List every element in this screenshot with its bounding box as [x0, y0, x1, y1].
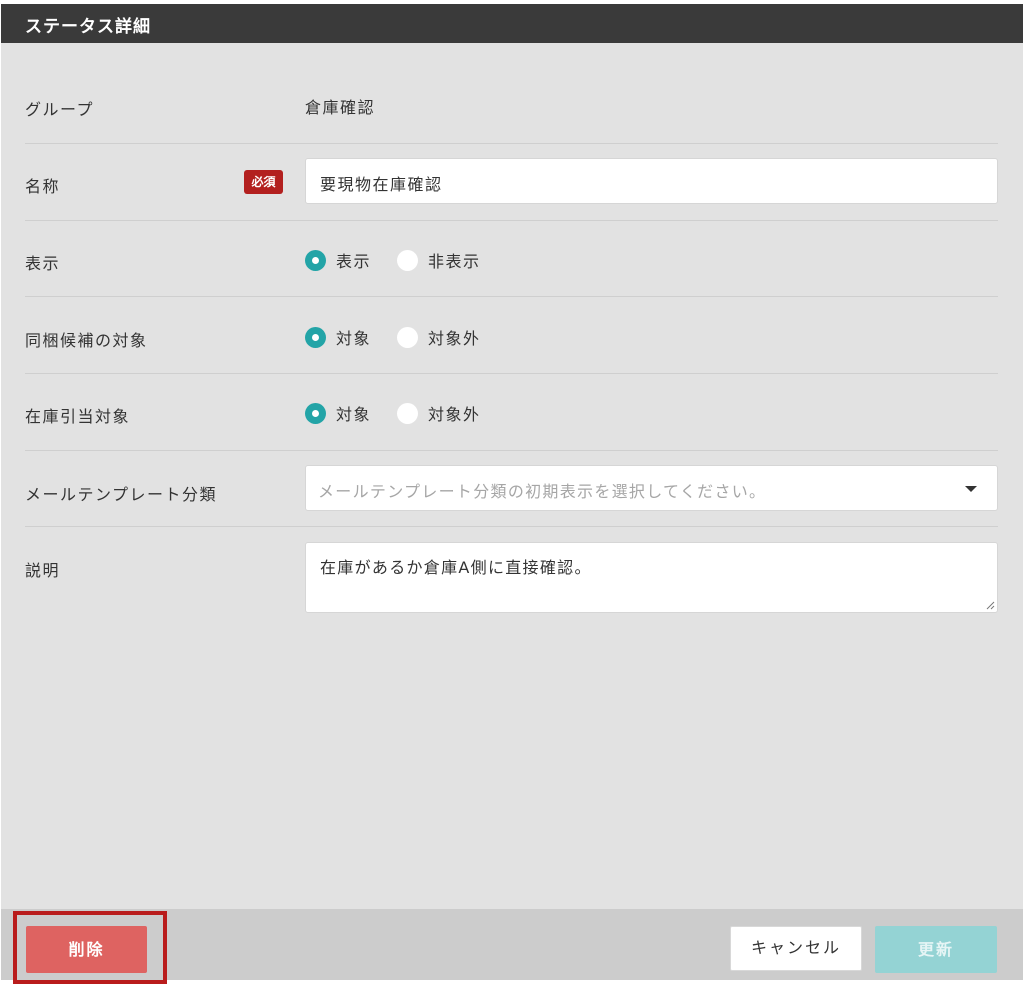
name-input[interactable]: 要現物在庫確認 — [305, 158, 998, 204]
display-row: 表示 表示 非表示 — [25, 221, 998, 297]
radio-checked-icon — [305, 326, 326, 348]
cancel-button[interactable]: キャンセル — [730, 926, 862, 971]
stock-allocation-radio-yes[interactable]: 対象 — [305, 401, 371, 425]
radio-unchecked-icon — [397, 249, 419, 271]
radio-unchecked-icon — [397, 326, 419, 348]
description-textarea[interactable]: 在庫があるか倉庫A側に直接確認。 — [305, 542, 998, 613]
stock-allocation-label: 在庫引当対象 — [25, 407, 131, 426]
mail-template-placeholder: メールテンプレート分類の初期表示を選択してください。 — [318, 482, 767, 501]
description-row: 説明 在庫があるか倉庫A側に直接確認。 — [25, 527, 998, 627]
radio-checked-icon — [305, 249, 326, 271]
required-badge: 必須 — [244, 170, 283, 194]
bundle-target-row: 同梱候補の対象 対象 対象外 — [25, 297, 998, 374]
group-value: 倉庫確認 — [305, 98, 376, 117]
stock-allocation-option-no: 対象外 — [428, 405, 481, 424]
description-label: 説明 — [25, 561, 61, 580]
description-text: 在庫があるか倉庫A側に直接確認。 — [320, 558, 592, 577]
radio-unchecked-icon — [397, 402, 419, 424]
bundle-target-radio-yes[interactable]: 対象 — [305, 325, 371, 349]
delete-button-highlight — [13, 911, 167, 984]
dialog-title: ステータス詳細 — [1, 4, 1023, 43]
chevron-down-icon — [965, 486, 977, 492]
dialog-footer: 削除 キャンセル 更新 — [1, 909, 1023, 984]
stock-allocation-row: 在庫引当対象 対象 対象外 — [25, 374, 998, 451]
bundle-target-radio-no[interactable]: 対象外 — [397, 325, 481, 349]
bundle-target-option-yes: 対象 — [336, 329, 372, 348]
mail-template-row: メールテンプレート分類 メールテンプレート分類の初期表示を選択してください。 — [25, 451, 998, 527]
stock-allocation-radio-group: 対象 対象外 — [305, 401, 507, 425]
display-option-show: 表示 — [336, 252, 372, 271]
mail-template-select[interactable]: メールテンプレート分類の初期表示を選択してください。 — [305, 465, 998, 511]
display-radio-hide[interactable]: 非表示 — [397, 248, 481, 272]
stock-allocation-option-yes: 対象 — [336, 405, 372, 424]
name-row: 名称 必須 要現物在庫確認 — [25, 144, 998, 221]
radio-checked-icon — [305, 402, 326, 424]
bundle-target-label: 同梱候補の対象 — [25, 331, 148, 350]
group-label: グループ — [25, 100, 95, 119]
bundle-target-option-no: 対象外 — [428, 329, 481, 348]
status-detail-dialog: ステータス詳細 グループ 倉庫確認 名称 必須 要現物在庫確認 表示 表示 非表… — [1, 4, 1023, 984]
display-radio-show[interactable]: 表示 — [305, 248, 371, 272]
display-option-hide: 非表示 — [428, 252, 481, 271]
mail-template-label: メールテンプレート分類 — [25, 485, 218, 504]
resize-grip-icon[interactable] — [985, 600, 995, 610]
bundle-target-radio-group: 対象 対象外 — [305, 325, 507, 349]
name-label: 名称 — [25, 177, 61, 196]
stock-allocation-radio-no[interactable]: 対象外 — [397, 401, 481, 425]
update-button[interactable]: 更新 — [875, 926, 997, 973]
display-radio-group: 表示 非表示 — [305, 248, 507, 272]
display-label: 表示 — [25, 254, 61, 273]
group-row: グループ 倉庫確認 — [25, 43, 998, 144]
